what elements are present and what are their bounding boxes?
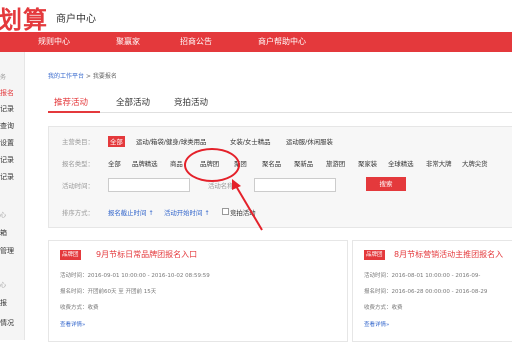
card-fee-mode: 收费方式：收费 bbox=[364, 305, 403, 311]
card-badge: 品牌团 bbox=[364, 250, 385, 260]
card-title-link[interactable]: 8月节标营销活动主推团报名入 bbox=[394, 249, 503, 260]
card-activity-time: 活动时间：2016-08-01 10:00:00 - 2016-09- bbox=[364, 273, 481, 279]
annotation-arrow-line bbox=[235, 185, 263, 231]
card-signup-time: 报名时间：开团前60天 至 开团前 15天 bbox=[60, 289, 157, 295]
card-detail-link[interactable]: 查看详情» bbox=[60, 320, 85, 328]
card-detail-link[interactable]: 查看详情» bbox=[364, 320, 389, 328]
card-badge: 品牌团 bbox=[60, 250, 81, 260]
card-signup-time: 报名时间：2016-06-28 00:00:00 - 2016-08-29 bbox=[364, 289, 488, 295]
card-title-link[interactable]: 9月节标日常品牌团报名入口 bbox=[96, 249, 197, 260]
card-fee-mode: 收费方式：收费 bbox=[60, 305, 99, 311]
card-activity-time: 活动时间：2016-09-01 10:00:00 - 2016-10-02 08… bbox=[60, 273, 210, 279]
